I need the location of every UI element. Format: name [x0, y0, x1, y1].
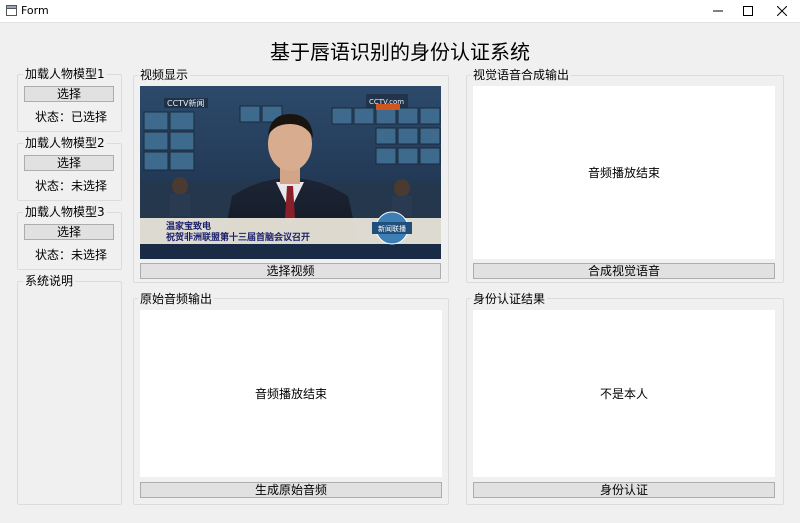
- system-info-group: [17, 281, 122, 505]
- model-2-select-button[interactable]: 选择: [24, 155, 114, 171]
- video-frame: 新闻联播 温家宝致电 祝贺非洲联盟第十三届首脑会议召开 CCTV新闻 CCTV.…: [140, 86, 441, 259]
- orig-audio-display: 音频播放结束: [140, 310, 442, 477]
- caption-line-2: 祝贺非洲联盟第十三届首脑会议召开: [166, 231, 310, 243]
- system-info-title: 系统说明: [23, 272, 76, 289]
- minimize-button[interactable]: [702, 0, 734, 22]
- model-3-title: 加载人物模型3: [23, 203, 107, 220]
- model-2-status: 状态：未选择: [35, 179, 108, 193]
- maximize-icon: [743, 6, 753, 16]
- cctv-logo-top: CCTV新闻: [167, 98, 205, 108]
- generate-audio-button[interactable]: 生成原始音频: [140, 482, 442, 498]
- orig-audio-title: 原始音频输出: [138, 290, 215, 307]
- model-2-title: 加载人物模型2: [23, 134, 107, 151]
- authenticate-button[interactable]: 身份认证: [473, 482, 775, 498]
- synth-title: 视觉语音合成输出: [471, 66, 572, 83]
- select-video-button[interactable]: 选择视频: [140, 263, 441, 279]
- auth-title: 身份认证结果: [471, 290, 548, 307]
- app-title: 基于唇语识别的身份认证系统: [270, 40, 530, 64]
- maximize-button[interactable]: [732, 0, 764, 22]
- model-3-select-button[interactable]: 选择: [24, 224, 114, 240]
- minimize-icon: [713, 10, 723, 12]
- orig-audio-status: 音频播放结束: [254, 387, 327, 401]
- auth-result: 不是本人: [599, 387, 648, 401]
- news-anchor-image: 新闻联播 温家宝致电 祝贺非洲联盟第十三届首脑会议召开 CCTV新闻 CCTV.…: [140, 86, 441, 259]
- model-1-status: 状态：已选择: [35, 110, 108, 124]
- synthesize-speech-button[interactable]: 合成视觉语音: [473, 263, 775, 279]
- model-1-title: 加载人物模型1: [23, 65, 107, 82]
- news-tag: 新闻联播: [378, 224, 406, 233]
- model-3-status: 状态：未选择: [35, 248, 108, 262]
- close-icon: [777, 6, 787, 16]
- auth-result-display: 不是本人: [473, 310, 775, 477]
- video-title: 视频显示: [138, 66, 191, 83]
- synth-output-display: 音频播放结束: [473, 86, 775, 259]
- model-1-select-button[interactable]: 选择: [24, 86, 114, 102]
- window-titlebar: Form: [0, 0, 800, 23]
- close-button[interactable]: [766, 0, 798, 22]
- synth-status: 音频播放结束: [587, 166, 660, 180]
- caption-line-1: 温家宝致电: [166, 220, 211, 232]
- window-title: Form: [21, 4, 49, 17]
- app-icon: [6, 5, 17, 16]
